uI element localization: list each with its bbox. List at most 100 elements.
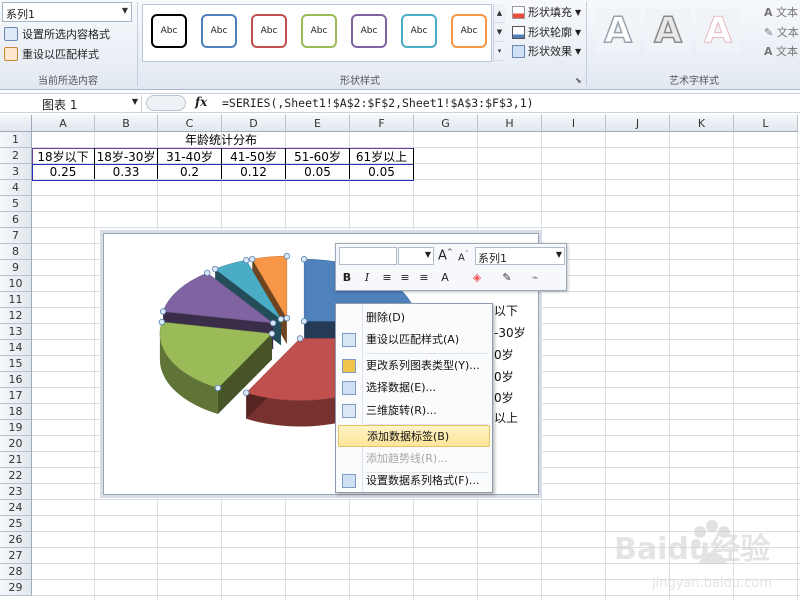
text-outline-button[interactable]: ✎ 文本: [764, 24, 799, 40]
value-cell[interactable]: 0.2: [158, 165, 222, 179]
value-cell[interactable]: 0.25: [32, 165, 95, 179]
shape-outline-button[interactable]: 形状轮廓 ▼: [512, 24, 581, 40]
row-header[interactable]: 29: [0, 580, 32, 596]
italic-button[interactable]: I: [358, 269, 376, 287]
row-header[interactable]: 10: [0, 276, 32, 292]
insert-function-icon[interactable]: fx: [195, 95, 207, 109]
row-header[interactable]: 6: [0, 212, 32, 228]
font-size-select[interactable]: ▼: [398, 247, 434, 265]
header-cell[interactable]: 61岁以上: [350, 148, 414, 165]
row-header[interactable]: 7: [0, 228, 32, 244]
shape-fill-button[interactable]: 形状填充 ▼: [512, 4, 581, 20]
column-header[interactable]: E: [286, 115, 350, 132]
column-header[interactable]: I: [542, 115, 606, 132]
series-select[interactable]: 系列1 ▼: [475, 247, 565, 265]
value-cell[interactable]: 0.05: [286, 165, 350, 179]
column-header[interactable]: B: [95, 115, 158, 132]
name-box[interactable]: 图表 1 ▼: [2, 95, 142, 112]
row-header[interactable]: 15: [0, 356, 32, 372]
align-center-icon[interactable]: ≡: [396, 269, 414, 287]
header-cell[interactable]: 18岁-30岁: [95, 148, 158, 165]
row-header[interactable]: 11: [0, 292, 32, 308]
legend-entry[interactable]: 0岁: [494, 389, 514, 406]
wordart-style-tile[interactable]: A: [646, 9, 690, 53]
context-menu-item[interactable]: 选择数据(E)...: [338, 377, 490, 399]
text-fill-button[interactable]: A 文本: [764, 4, 798, 20]
header-cell[interactable]: 51-60岁: [286, 148, 350, 165]
column-header[interactable]: F: [350, 115, 414, 132]
row-header[interactable]: 8: [0, 244, 32, 260]
legend-entry[interactable]: 0岁: [494, 368, 514, 385]
value-cell[interactable]: 0.12: [222, 165, 286, 179]
sheet-title-cell[interactable]: 年龄统计分布: [157, 131, 285, 148]
dialog-launcher-icon[interactable]: ⬊: [575, 76, 582, 85]
chart-element-select[interactable]: 系列1 ▼: [2, 2, 132, 22]
context-menu-item[interactable]: 重设以匹配样式(A): [338, 329, 490, 351]
context-menu-item[interactable]: 删除(D): [338, 307, 490, 329]
wordart-style-tile[interactable]: A: [596, 9, 640, 53]
header-cell[interactable]: 31-40岁: [158, 148, 222, 165]
context-menu-item[interactable]: 更改系列图表类型(Y)...: [338, 355, 490, 377]
row-header[interactable]: 22: [0, 468, 32, 484]
column-header[interactable]: D: [222, 115, 286, 132]
gallery-expand-icon[interactable]: ▾: [494, 42, 505, 61]
row-header[interactable]: 20: [0, 436, 32, 452]
outline-color-icon[interactable]: ✎: [498, 269, 516, 287]
fill-color-icon[interactable]: ◈: [468, 269, 486, 287]
header-cell[interactable]: 18岁以下: [32, 148, 95, 165]
value-cell[interactable]: 0.33: [95, 165, 158, 179]
shape-style-swatch[interactable]: Abc: [401, 14, 437, 48]
font-color-button[interactable]: A: [436, 269, 454, 287]
header-cell[interactable]: 41-50岁: [222, 148, 286, 165]
shape-effects-button[interactable]: 形状效果 ▼: [512, 43, 581, 59]
format-selection-button[interactable]: 设置所选内容格式: [4, 25, 110, 43]
reset-style-button[interactable]: 重设以匹配样式: [4, 45, 99, 63]
column-header[interactable]: H: [478, 115, 542, 132]
row-header[interactable]: 19: [0, 420, 32, 436]
value-cell[interactable]: 0.05: [350, 165, 414, 179]
legend-entry[interactable]: 以下: [494, 302, 518, 319]
row-header[interactable]: 21: [0, 452, 32, 468]
chevron-down-icon[interactable]: ▼: [132, 97, 138, 106]
column-header[interactable]: L: [734, 115, 798, 132]
column-header[interactable]: J: [606, 115, 670, 132]
row-header[interactable]: 24: [0, 500, 32, 516]
row-header[interactable]: 18: [0, 404, 32, 420]
shrink-font-button[interactable]: Aˇ: [458, 250, 468, 263]
format-painter-icon[interactable]: ⌁: [526, 269, 544, 287]
row-header[interactable]: 28: [0, 564, 32, 580]
row-header[interactable]: 27: [0, 548, 32, 564]
bold-button[interactable]: B: [338, 269, 356, 287]
row-header[interactable]: 1: [0, 132, 32, 148]
shape-style-swatch[interactable]: Abc: [151, 14, 187, 48]
align-right-icon[interactable]: ≡: [415, 269, 433, 287]
shape-style-swatch[interactable]: Abc: [351, 14, 387, 48]
row-header[interactable]: 13: [0, 324, 32, 340]
column-header[interactable]: K: [670, 115, 734, 132]
column-header[interactable]: C: [158, 115, 222, 132]
select-all-corner[interactable]: [0, 115, 32, 132]
shape-style-swatch[interactable]: Abc: [251, 14, 287, 48]
shape-style-swatch[interactable]: Abc: [451, 14, 487, 48]
shape-style-swatch[interactable]: Abc: [301, 14, 337, 48]
row-header[interactable]: 16: [0, 372, 32, 388]
legend-entry[interactable]: -30岁: [494, 324, 526, 341]
row-header[interactable]: 2: [0, 148, 32, 164]
row-header[interactable]: 5: [0, 196, 32, 212]
formula-input[interactable]: =SERIES(,Sheet1!$A$2:$F$2,Sheet1!$A$3:$F…: [222, 96, 534, 110]
column-header[interactable]: A: [32, 115, 95, 132]
legend-entry[interactable]: 以上: [494, 409, 518, 426]
grow-font-button[interactable]: A^: [438, 248, 453, 263]
row-header[interactable]: 17: [0, 388, 32, 404]
column-header[interactable]: G: [414, 115, 478, 132]
scroll-up-icon[interactable]: ▲: [494, 4, 505, 23]
row-header[interactable]: 14: [0, 340, 32, 356]
wordart-style-tile[interactable]: A: [696, 9, 740, 53]
row-header[interactable]: 26: [0, 532, 32, 548]
context-menu-item[interactable]: 添加数据标签(B): [338, 425, 490, 447]
context-menu-item[interactable]: 设置数据系列格式(F)...: [338, 470, 490, 492]
align-left-icon[interactable]: ≡: [378, 269, 396, 287]
row-header[interactable]: 9: [0, 260, 32, 276]
row-header[interactable]: 3: [0, 164, 32, 180]
text-effects-button[interactable]: A 文本: [764, 43, 798, 59]
